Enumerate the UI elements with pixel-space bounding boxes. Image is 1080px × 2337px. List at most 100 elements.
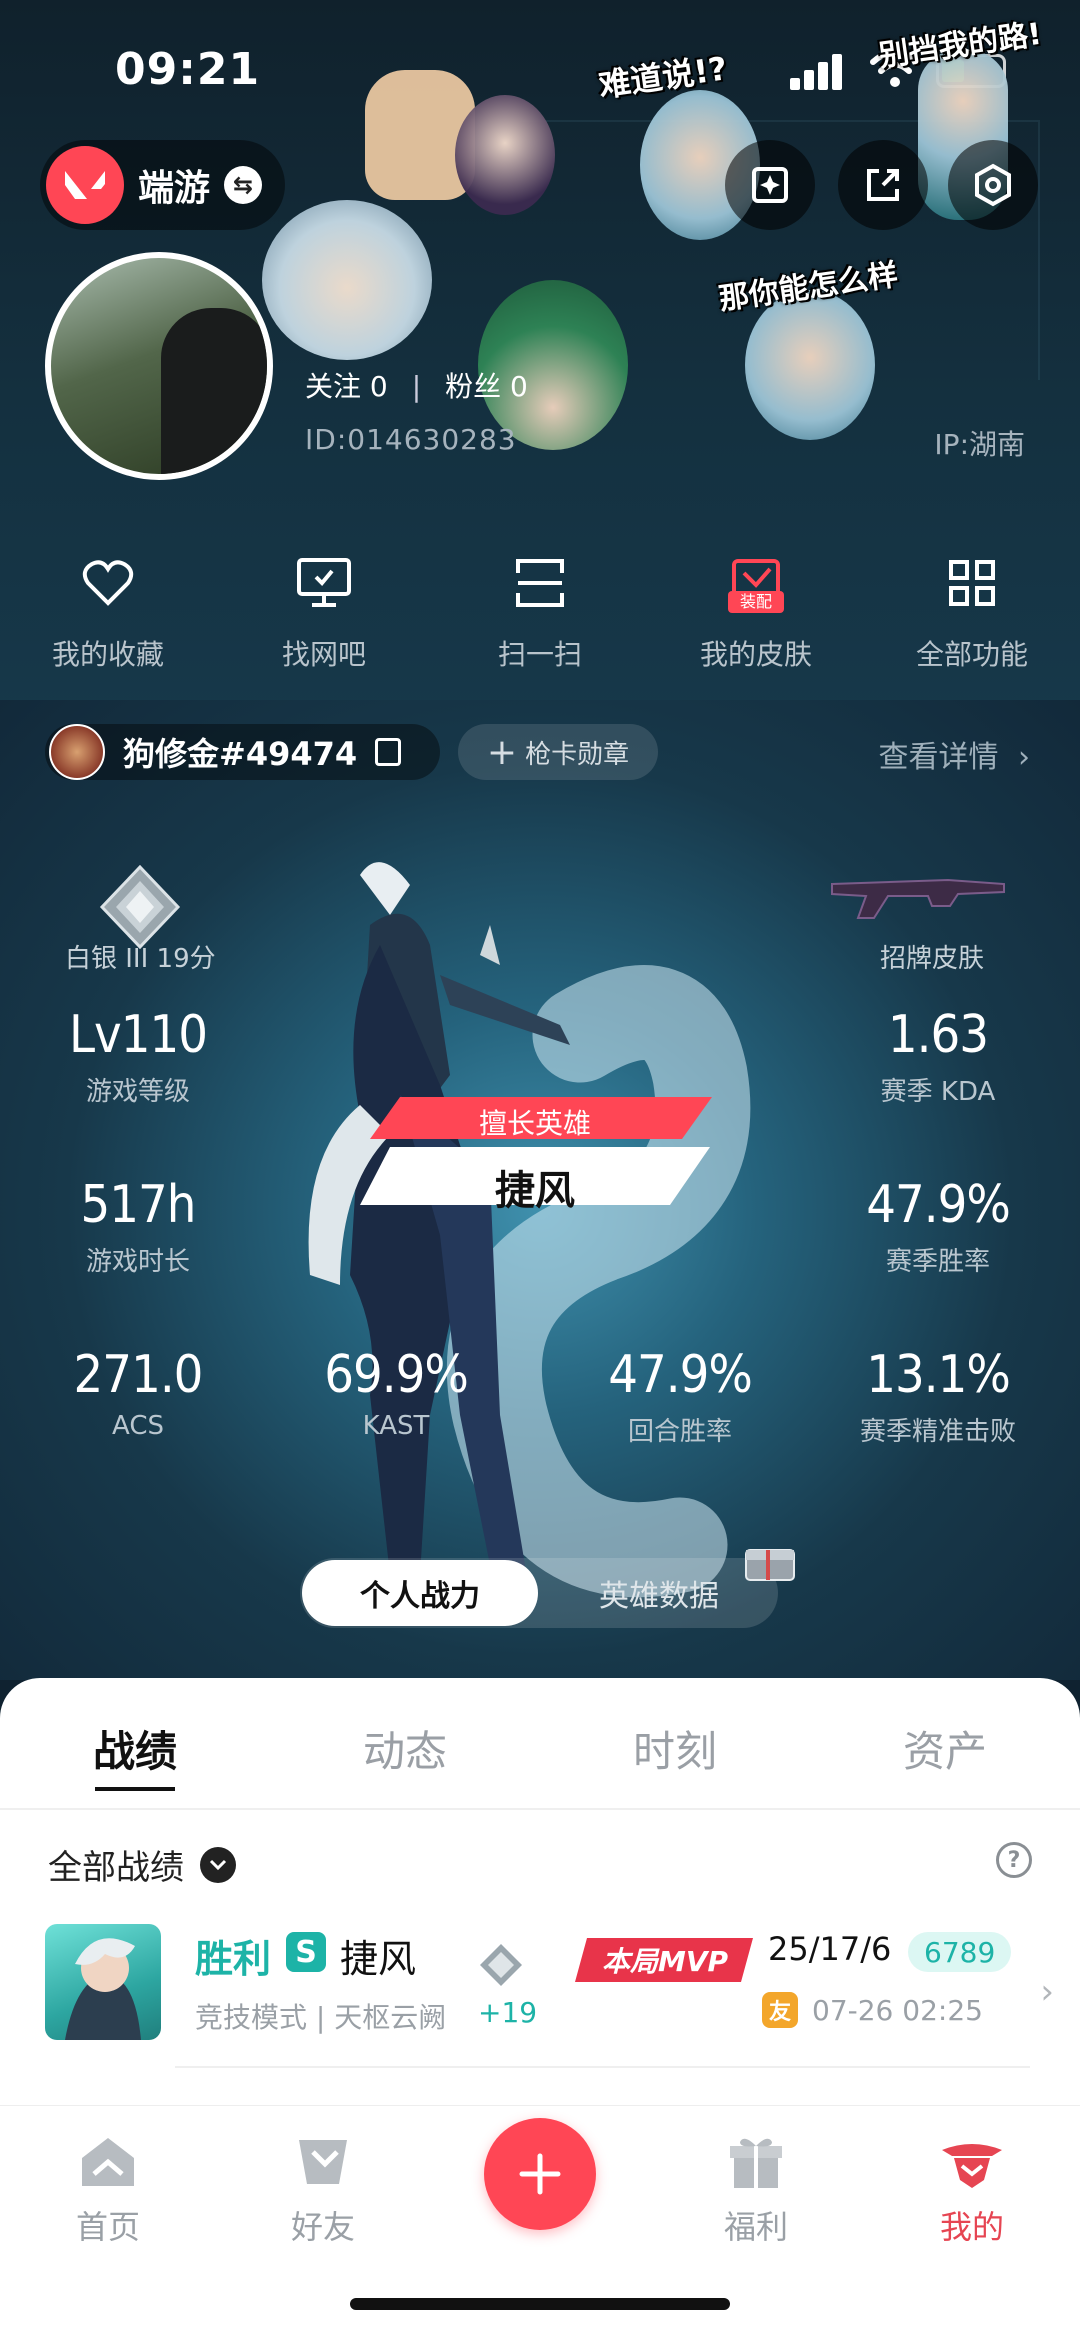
tab-records[interactable]: 战绩: [0, 1678, 270, 1808]
player-card: 狗修金#49474 + 枪卡勋章 查看详情 › 白银 III 19分 招牌皮肤 …: [0, 700, 1080, 1680]
tab-label: 资产: [902, 1727, 987, 1776]
stat-label: ACS: [112, 1411, 164, 1441]
stat-label: 赛季 KDA: [880, 1077, 996, 1107]
gift-icon: [730, 2138, 782, 2188]
nav-label: 首页: [75, 2208, 140, 2246]
plus-icon: +: [486, 731, 518, 773]
quick-action-netcafe[interactable]: 找网吧: [216, 555, 432, 685]
profile-icon: [942, 2144, 1002, 2188]
tab-assets[interactable]: 资产: [810, 1678, 1080, 1808]
sage-sticker: [455, 95, 555, 215]
weapon-skin-icon[interactable]: [828, 862, 1008, 922]
stat-label: 回合胜率: [627, 1417, 732, 1447]
match-score: 6789: [908, 1932, 1012, 1972]
skin-icon: 装配: [728, 555, 784, 613]
follow-stats: 关注 0 | 粉丝 0: [305, 365, 528, 405]
nav-label: 好友: [290, 2208, 355, 2246]
view-details-label: 查看详情: [878, 740, 999, 775]
toggle-personal-power[interactable]: 个人战力: [302, 1560, 538, 1626]
match-row[interactable]: 胜利 S 捷风 竞技模式 | 天枢云阙 +19 本局MVP 25/17/6 67…: [0, 1914, 1080, 2074]
stat-label: KAST: [362, 1411, 430, 1441]
rank-rating-change: +19: [478, 1996, 538, 2029]
avatar[interactable]: [45, 252, 273, 480]
monitor-icon: [296, 555, 352, 611]
stat-value: 69.9%: [324, 1345, 469, 1405]
view-details-link[interactable]: 查看详情 ›: [878, 732, 1030, 776]
grid-icon: [944, 555, 1000, 611]
app-switcher[interactable]: 端游 ⇆: [40, 140, 285, 230]
rank-label: 白银 III 19分: [65, 944, 216, 974]
stat-winrate: 47.9% 赛季胜率: [818, 1175, 1058, 1278]
signal-icon: [790, 52, 844, 90]
stat-value: 271.0: [73, 1345, 204, 1405]
content-tabs: 战绩 动态 时刻 资产: [0, 1678, 1080, 1808]
card-badge-label: 枪卡勋章: [525, 739, 630, 770]
match-kda: 25/17/6: [768, 1930, 892, 1968]
tab-feed[interactable]: 动态: [270, 1678, 540, 1808]
quick-action-favorites[interactable]: 我的收藏: [0, 555, 216, 685]
status-time: 09:21: [115, 44, 261, 95]
fans-count[interactable]: 粉丝 0: [445, 370, 528, 403]
create-post-button[interactable]: [484, 2118, 596, 2230]
player-card-avatar: [49, 724, 105, 780]
stats-toggle: 个人战力 英雄数据: [300, 1558, 778, 1628]
share-button[interactable]: [838, 140, 928, 230]
tab-moments[interactable]: 时刻: [540, 1678, 810, 1808]
help-icon[interactable]: ?: [996, 1842, 1032, 1878]
stat-round-winrate: 47.9% 回合胜率: [560, 1345, 800, 1448]
stat-label: 赛季精准击败: [859, 1417, 1016, 1447]
match-mode: 竞技模式 | 天枢云阙: [195, 2001, 447, 2034]
avatar-figure: [161, 308, 267, 474]
friend-badge: 友: [762, 1992, 798, 2028]
stat-label: 游戏时长: [85, 1247, 190, 1277]
match-agent: 捷风: [340, 1937, 417, 1981]
match-date: 07-26 02:25: [812, 1994, 983, 2027]
following-count[interactable]: 关注 0: [305, 370, 388, 403]
valorant-logo-icon: [46, 146, 124, 224]
sparkle-frame-icon: [752, 167, 788, 203]
match-divider: [175, 2066, 1030, 2068]
user-id: ID:014630283: [305, 423, 517, 456]
gift-box-icon[interactable]: [742, 1540, 798, 1584]
stat-value: 47.9%: [608, 1345, 753, 1405]
agent-thumbnail: [45, 1924, 161, 2040]
records-filter[interactable]: 全部战绩: [48, 1840, 236, 1889]
best-hero-name: 捷风: [495, 1168, 575, 1214]
tab-label: 动态: [362, 1727, 447, 1776]
quick-action-skins[interactable]: 装配 我的皮肤: [648, 555, 864, 685]
quick-action-label: 我的皮肤: [699, 638, 812, 671]
quick-action-all[interactable]: 全部功能: [864, 555, 1080, 685]
settings-button[interactable]: [948, 140, 1038, 230]
player-name-chip[interactable]: 狗修金#49474: [45, 724, 440, 780]
quick-action-label: 找网吧: [281, 638, 366, 671]
rank-small-icon: [480, 1944, 522, 1986]
scan-icon: [512, 555, 568, 611]
quick-action-label: 我的收藏: [51, 638, 164, 671]
nav-home[interactable]: 首页: [28, 2134, 188, 2248]
stat-kast: 69.9% KAST: [276, 1345, 516, 1441]
nav-label: 我的: [939, 2208, 1004, 2246]
rank-silver-icon: [99, 865, 181, 949]
card-badge-button[interactable]: + 枪卡勋章: [458, 724, 658, 780]
favorite-frame-button[interactable]: [725, 140, 815, 230]
tabs-divider: [0, 1808, 1080, 1810]
skin-badge: 装配: [728, 591, 784, 613]
share-icon: [867, 169, 899, 201]
quick-actions: 我的收藏 找网吧 扫一扫 装配 我的皮肤 全部功能: [0, 555, 1080, 685]
gear-icon: [975, 163, 1011, 207]
stat-value: 47.9%: [866, 1175, 1011, 1235]
quick-action-scan[interactable]: 扫一扫: [432, 555, 648, 685]
nav-profile[interactable]: 我的: [892, 2134, 1052, 2248]
best-hero-label: 擅长英雄: [478, 1107, 591, 1140]
jett-sticker-2: [745, 290, 875, 440]
plus-icon: [519, 2153, 561, 2195]
agent-class-icon: S: [286, 1932, 326, 1972]
nav-friends[interactable]: 好友: [243, 2134, 403, 2248]
stat-value: 517h: [80, 1175, 197, 1235]
nav-rewards[interactable]: 福利: [676, 2134, 836, 2248]
hero-artwork: [308, 862, 751, 1615]
copy-icon[interactable]: [375, 738, 402, 766]
chevron-right-icon: ›: [1018, 740, 1030, 775]
stat-precision-kill: 13.1% 赛季精准击败: [818, 1345, 1058, 1448]
stat-label: 赛季胜率: [885, 1247, 990, 1277]
